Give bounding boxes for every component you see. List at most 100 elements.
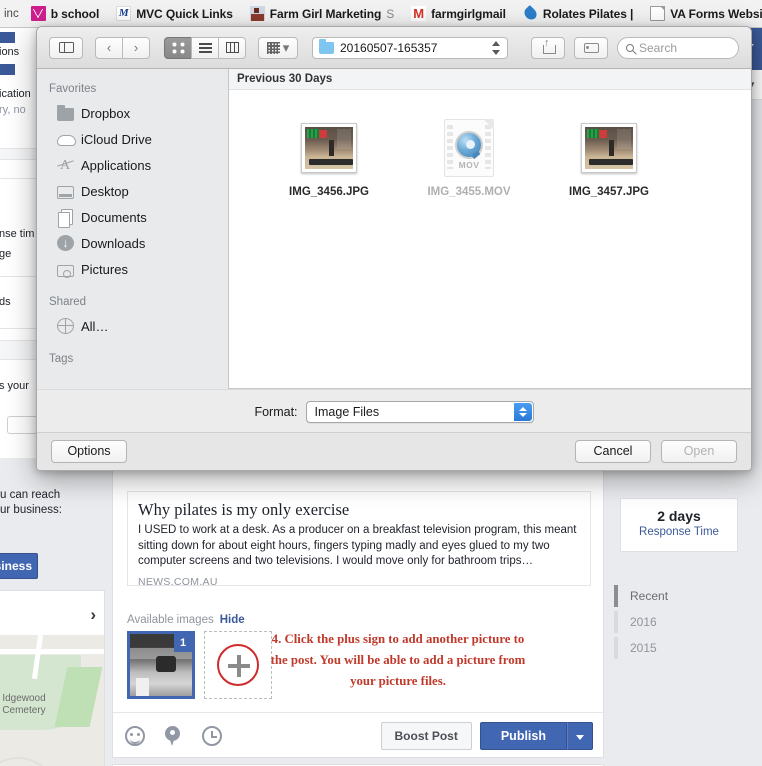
- mvc-favicon: [116, 6, 132, 21]
- publish-button[interactable]: Publish: [479, 721, 567, 750]
- arrange-button[interactable]: ▾: [258, 36, 298, 59]
- cancel-button[interactable]: Cancel: [575, 440, 651, 463]
- bg-blue-bar-second: [0, 64, 15, 75]
- path-popup-button[interactable]: 20160507-165357: [312, 36, 508, 59]
- year-bar: [614, 637, 618, 659]
- smiley-icon[interactable]: [125, 725, 145, 746]
- sidebar-toggle-icon: [58, 42, 74, 53]
- background-lower-text: u can reach ur business:: [0, 488, 110, 518]
- cloud-icon: [57, 131, 76, 148]
- bg-fragment-5: s your: [0, 380, 29, 392]
- sidebar-item-label: Desktop: [81, 183, 129, 199]
- file-icon-wrap: [539, 112, 679, 184]
- photo-thumbnail-icon: [581, 123, 637, 173]
- column-view-button[interactable]: [218, 36, 246, 59]
- search-input[interactable]: Search: [617, 36, 739, 59]
- network-globe-icon: [57, 318, 74, 334]
- folder-icon: [319, 38, 334, 54]
- file-grid: IMG_3456.JPG MOV IMG_3455.MOV IMG_3457.J…: [229, 90, 751, 198]
- bookmark-va-forms-website[interactable]: VA Forms Website.: [650, 6, 762, 21]
- format-pane: Format: Image Files: [37, 389, 751, 434]
- year-bar: [614, 611, 618, 633]
- sidebar-item-pictures[interactable]: Pictures: [37, 256, 228, 282]
- bookmark-label: farmgirlgmail: [431, 6, 506, 21]
- bookmark-farm-girl-marketing[interactable]: Farm Girl Marketing S: [249, 6, 395, 21]
- photo-thumbnail-content: [585, 127, 633, 169]
- file-item-img-3456[interactable]: IMG_3456.JPG: [259, 112, 399, 198]
- format-label: Format:: [254, 405, 298, 419]
- format-select[interactable]: Image Files: [305, 401, 534, 423]
- sidebar-item-desktop[interactable]: Desktop: [37, 178, 228, 204]
- tags-button[interactable]: [574, 36, 608, 59]
- link-preview-description: I USED to work at a desk. As a producer …: [138, 524, 577, 567]
- finder-file-list[interactable]: Previous 30 Days IMG_3456.JPG MOV IMG_34…: [229, 69, 751, 389]
- current-folder-label: 20160507-165357: [340, 40, 438, 55]
- sidebar-item-all[interactable]: All…: [37, 313, 228, 339]
- sidebar-item-icloud-drive[interactable]: iCloud Drive: [37, 126, 228, 152]
- sidebar-item-label: All…: [81, 318, 109, 334]
- year-bar: [614, 585, 618, 607]
- bookmark-farmgirlgmail[interactable]: farmgirlgmail: [411, 6, 506, 21]
- file-item-img-3457[interactable]: IMG_3457.JPG: [539, 112, 679, 198]
- sidebar-toggle-button[interactable]: [49, 36, 83, 59]
- bookmark-rolates-pilates[interactable]: Rolates Pilates |: [523, 6, 633, 21]
- sidebar-item-label: iCloud Drive: [81, 131, 152, 147]
- year-item-recent[interactable]: Recent: [614, 583, 744, 609]
- bookmark-mvc-quick-links[interactable]: MVC Quick Links: [116, 6, 233, 21]
- chevron-down-icon: ▾: [282, 40, 290, 55]
- image-thumbnail-selected[interactable]: 1: [127, 631, 195, 699]
- stepper-icon[interactable]: [492, 40, 501, 56]
- add-image-button[interactable]: [204, 631, 272, 699]
- photo-thumbnail-content: [305, 127, 353, 169]
- sidebar-section-tags-header: Tags: [49, 353, 74, 365]
- background-business-button[interactable]: usiness: [0, 553, 38, 579]
- sidebar-item-label: Dropbox: [81, 105, 131, 121]
- options-button[interactable]: Options: [51, 440, 127, 463]
- bg-fragment-1: ication: [0, 88, 31, 100]
- icon-view-button[interactable]: [164, 36, 192, 59]
- year-label: Recent: [630, 589, 669, 603]
- sidebar-item-downloads[interactable]: Downloads: [37, 230, 228, 256]
- sidebar-item-dropbox[interactable]: Dropbox: [37, 100, 228, 126]
- boost-post-button[interactable]: Boost Post: [380, 721, 472, 750]
- available-images-row: Available images Hide: [127, 614, 245, 626]
- file-item-img-3455[interactable]: MOV IMG_3455.MOV: [399, 112, 539, 198]
- list-view-button[interactable]: [191, 36, 219, 59]
- downloads-icon: [57, 235, 74, 251]
- open-button[interactable]: Open: [661, 440, 737, 463]
- sidebar-item-label: Downloads: [81, 235, 146, 251]
- browser-bookmarks-bar: inc b school MVC Quick Links Farm Girl M…: [0, 0, 762, 28]
- response-time-label[interactable]: Response Time: [621, 526, 737, 538]
- back-button[interactable]: ‹: [95, 36, 123, 59]
- clock-icon[interactable]: [202, 725, 222, 746]
- sidebar-item-documents[interactable]: Documents: [37, 204, 228, 230]
- composer-footer: Boost Post Publish: [113, 713, 605, 758]
- share-button[interactable]: [531, 36, 565, 59]
- hide-images-link[interactable]: Hide: [220, 614, 245, 626]
- forward-button[interactable]: ›: [122, 36, 150, 59]
- location-pin-icon[interactable]: [165, 725, 180, 746]
- link-preview-card[interactable]: Why pilates is my only exercise I USED t…: [127, 491, 591, 588]
- sidebar-section-favorites-header: Favorites: [49, 83, 97, 95]
- publish-dropdown-caret-icon[interactable]: [567, 721, 593, 750]
- link-preview-source: NEWS.COM.AU: [138, 575, 218, 588]
- bookmarks-truncated-text: inc: [4, 7, 19, 20]
- bookmark-label-suffix: S: [386, 6, 395, 21]
- quicktime-movie-icon: MOV: [444, 119, 494, 177]
- chevron-right-icon[interactable]: ›: [90, 605, 96, 625]
- sidebar-item-label: Documents: [81, 209, 147, 225]
- year-item-2016[interactable]: 2016: [614, 609, 744, 635]
- bookmark-b-school[interactable]: b school: [30, 6, 99, 21]
- sidebar-item-applications[interactable]: Applications: [37, 152, 228, 178]
- vaforms-favicon: [650, 6, 666, 21]
- year-item-2015[interactable]: 2015: [614, 635, 744, 661]
- finder-open-dialog: ‹ › ▾ 20160507-165357 ↑ Search Favorites…: [36, 26, 752, 471]
- available-images-thumbnails: 1: [127, 631, 272, 699]
- facebook-post-composer: Why pilates is my only exercise I USED t…: [112, 468, 605, 758]
- column-view-icon: [225, 42, 239, 53]
- search-placeholder: Search: [639, 40, 678, 55]
- bg-fragment-0: ions: [0, 46, 20, 58]
- response-time-card: 2 days Response Time: [620, 498, 738, 552]
- thumbnail-detail-2: [136, 678, 149, 696]
- timeline-year-list: Recent 2016 2015: [614, 583, 744, 661]
